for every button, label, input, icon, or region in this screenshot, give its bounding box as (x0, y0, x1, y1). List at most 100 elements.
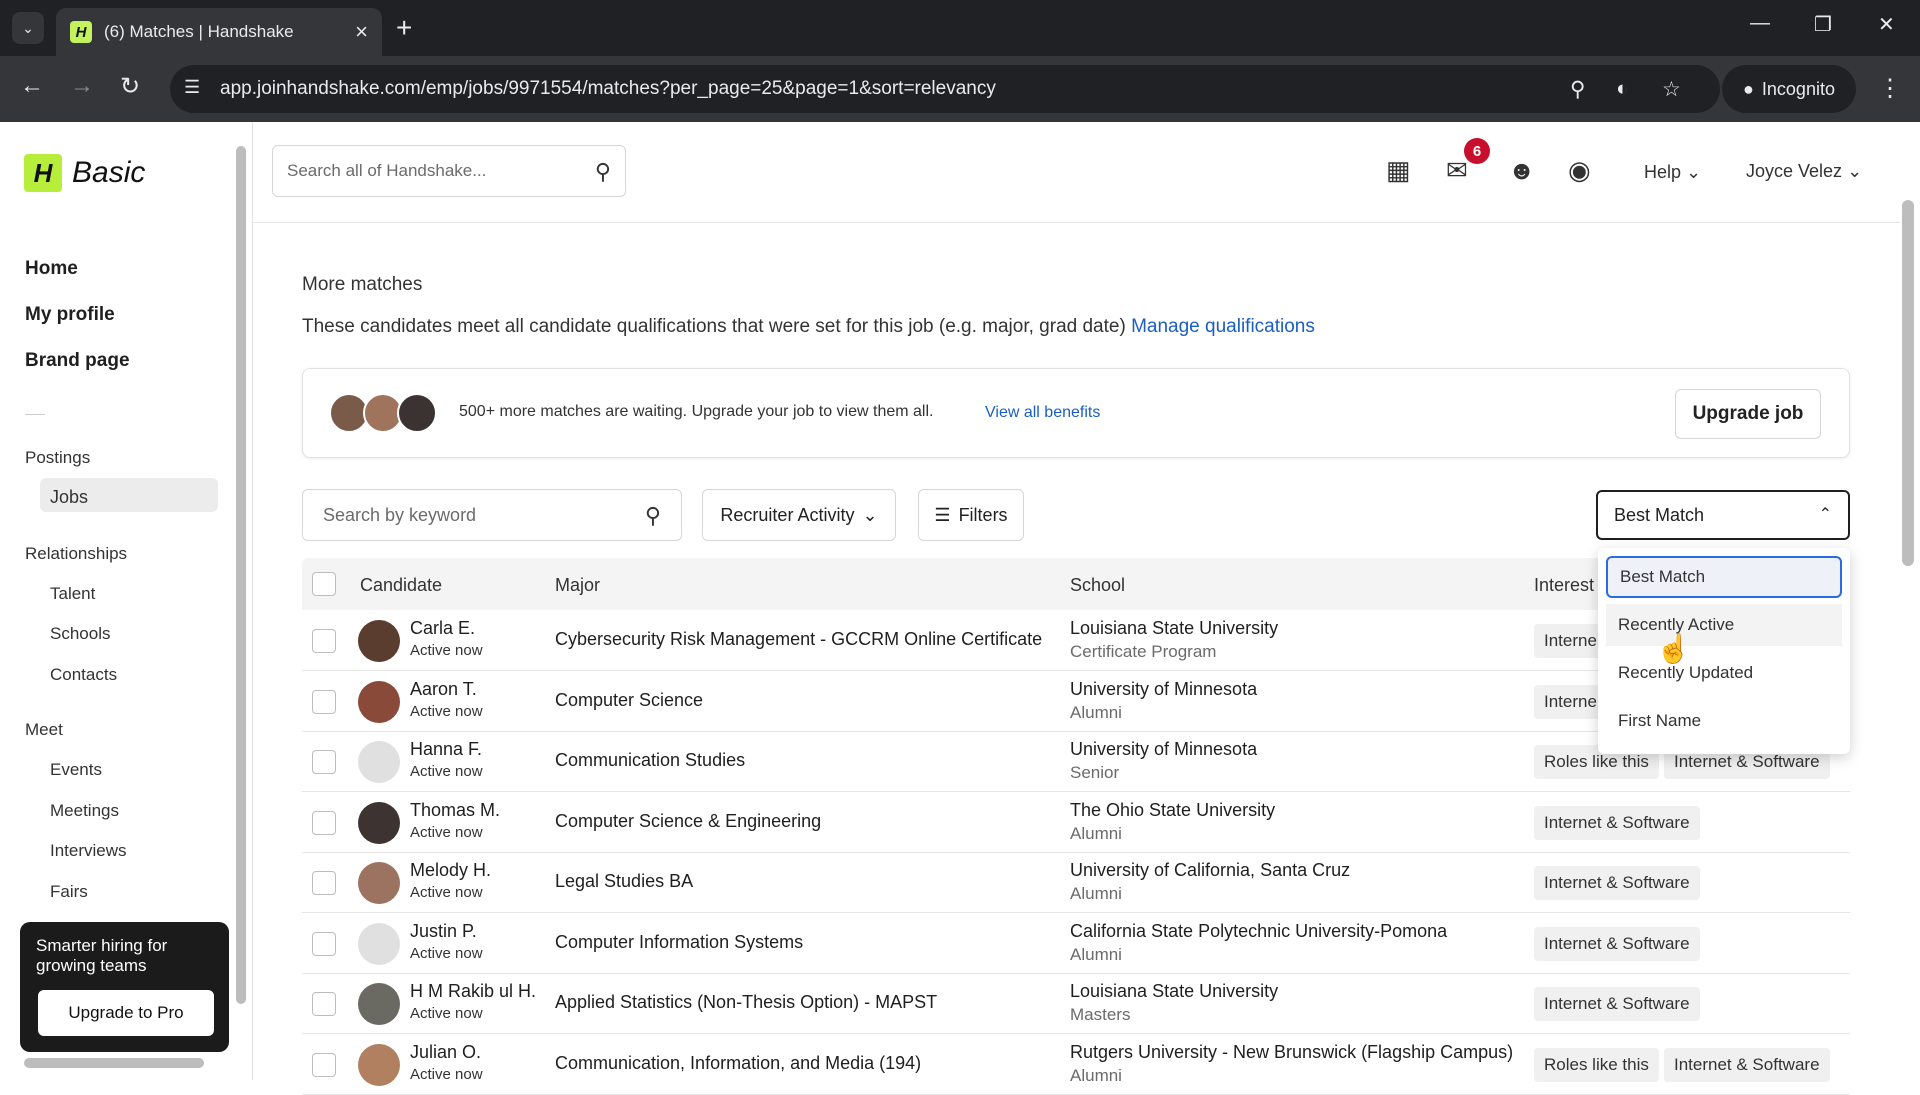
person-icon[interactable]: ☻ (1508, 155, 1535, 186)
row-checkbox[interactable] (312, 689, 336, 714)
close-window-icon[interactable]: ✕ (1878, 12, 1895, 37)
browser-tab[interactable]: H (6) Matches | Handshake × (56, 8, 382, 56)
row-checkbox[interactable] (312, 1052, 336, 1077)
row-checkbox[interactable] (312, 629, 336, 653)
browser-menu-icon[interactable]: ⋮ (1878, 74, 1902, 103)
minimize-icon[interactable]: — (1750, 12, 1770, 35)
back-icon[interactable]: ← (20, 72, 44, 100)
candidate-level: Alumni (1070, 1065, 1122, 1085)
candidate-status: Active now (410, 763, 483, 780)
incognito-indicator[interactable]: ● Incognito (1722, 65, 1856, 113)
column-header-candidate[interactable]: Candidate (360, 575, 442, 596)
sidebar-item-events[interactable]: Events (50, 760, 102, 780)
sidebar-item-contacts[interactable]: Contacts (50, 665, 117, 685)
global-search-input[interactable]: Search all of Handshake... ⚲ (272, 145, 626, 197)
globe-icon[interactable]: ◉ (1568, 155, 1591, 186)
help-menu[interactable]: Help ⌄ (1644, 162, 1701, 183)
view-all-benefits-link[interactable]: View all benefits (985, 404, 1100, 422)
table-row[interactable]: Julian O. Active now Communication, Inform… (302, 1034, 1850, 1095)
candidate-name[interactable]: Julian O. (410, 1042, 481, 1063)
column-header-major[interactable]: Major (555, 575, 600, 596)
sidebar-item-home[interactable]: Home (25, 258, 78, 280)
avatar[interactable] (358, 620, 400, 662)
candidate-name[interactable]: H M Rakib ul H. (410, 981, 536, 1002)
global-search-placeholder: Search all of Handshake... (287, 161, 487, 180)
candidate-major: Computer Science (555, 689, 704, 710)
avatar[interactable] (358, 922, 400, 965)
sidebar-item-fairs[interactable]: Fairs (50, 882, 88, 902)
sort-select[interactable]: Best Match ⌃ (1596, 490, 1850, 540)
candidate-name[interactable]: Thomas M. (410, 800, 500, 821)
eye-off-icon[interactable]: ◐ (1616, 77, 1629, 101)
sidebar-item-brand-page[interactable]: Brand page (25, 350, 130, 372)
row-checkbox[interactable] (312, 871, 336, 895)
keyword-search-input[interactable]: Search by keyword ⚲ (302, 489, 682, 541)
table-row[interactable]: H M Rakib ul H. Active now Applied Statist… (302, 973, 1850, 1034)
candidate-status: Active now (410, 823, 483, 841)
upgrade-job-button[interactable]: Upgrade job (1675, 389, 1821, 439)
restore-icon[interactable]: ❐ (1814, 12, 1832, 37)
sidebar-item-jobs[interactable]: Jobs (50, 487, 88, 508)
tab-close-icon[interactable]: × (355, 19, 368, 45)
avatar[interactable] (358, 801, 400, 844)
zoom-icon[interactable]: ⚲ (1570, 77, 1585, 102)
candidate-name[interactable]: Hanna F. (410, 739, 482, 760)
candidate-name[interactable]: Justin P. (410, 921, 477, 942)
column-header-interest[interactable]: Interest (1534, 575, 1594, 596)
candidate-major: Communication Studies (555, 750, 746, 770)
handshake-logo[interactable]: H Basic (24, 154, 145, 192)
avatar[interactable] (358, 1043, 400, 1086)
tab-list-icon[interactable]: ⌄ (12, 12, 44, 44)
manage-qualifications-link[interactable]: Manage qualifications (1131, 316, 1315, 337)
interest-tag: Roles like this (1534, 1047, 1659, 1082)
sidebar-item-meetings[interactable]: Meetings (50, 801, 119, 821)
sidebar-item-interviews[interactable]: Interviews (50, 841, 127, 861)
sidebar-scrollbar[interactable] (236, 146, 246, 1004)
sort-option-first-name[interactable]: First Name (1606, 700, 1842, 742)
sort-option-best-match[interactable]: Best Match (1606, 556, 1842, 598)
candidate-name[interactable]: Melody H. (410, 860, 491, 881)
row-checkbox[interactable] (312, 750, 336, 774)
new-tab-icon[interactable]: + (396, 12, 412, 44)
avatar[interactable] (358, 680, 400, 723)
bookmark-star-icon[interactable]: ☆ (1662, 77, 1681, 102)
sidebar-item-talent[interactable]: Talent (50, 584, 95, 604)
calendar-icon[interactable]: ▦ (1386, 155, 1411, 186)
search-icon[interactable]: ⚲ (645, 503, 661, 529)
column-header-school[interactable]: School (1070, 575, 1125, 596)
table-row[interactable]: Thomas M. Active now Computer Science & En… (302, 792, 1850, 853)
main-scrollbar[interactable] (1902, 200, 1914, 566)
candidate-name[interactable]: Aaron T. (410, 679, 477, 700)
row-checkbox[interactable] (312, 992, 336, 1016)
table-row[interactable]: Justin P. Active now Computer Information … (302, 913, 1850, 974)
promo-text: Smarter hiring for growing teams (36, 936, 168, 975)
header-divider (253, 222, 1900, 223)
filters-button[interactable]: ☰ Filters (918, 489, 1024, 541)
upgrade-to-pro-button[interactable]: Upgrade to Pro (38, 990, 214, 1036)
sort-option-recently-active[interactable]: Recently Active (1606, 604, 1842, 646)
sidebar-item-my-profile[interactable]: My profile (25, 304, 115, 326)
site-settings-icon[interactable]: ☰ (184, 77, 208, 101)
forward-icon[interactable]: → (70, 72, 94, 100)
upgrade-promo-card: Smarter hiring for growing teams Upgrade… (20, 922, 229, 1052)
interest-tag: Interne (1534, 684, 1607, 719)
sidebar-horizontal-scrollbar[interactable] (24, 1058, 204, 1068)
candidate-status: Active now (410, 702, 483, 720)
hand-cursor-icon: ☝ (1656, 633, 1691, 664)
table-row[interactable]: Melody H. Active now Legal Studies BA Unive… (302, 852, 1850, 913)
select-all-checkbox[interactable] (312, 572, 336, 596)
recruiter-activity-dropdown[interactable]: Recruiter Activity ⌄ (702, 489, 896, 541)
avatar[interactable] (358, 983, 400, 1025)
sidebar-item-schools[interactable]: Schools (50, 624, 110, 644)
reload-icon[interactable]: ↻ (120, 72, 140, 101)
search-icon[interactable]: ⚲ (595, 159, 611, 185)
avatar[interactable] (358, 741, 400, 783)
messages-icon[interactable]: ✉ (1446, 155, 1468, 186)
address-bar[interactable]: ☰ app.joinhandshake.com/emp/jobs/9971554… (170, 65, 1720, 113)
user-menu[interactable]: Joyce Velez ⌄ (1746, 161, 1862, 182)
sort-option-recently-updated[interactable]: Recently Updated (1606, 652, 1842, 694)
row-checkbox[interactable] (312, 810, 336, 835)
candidate-name[interactable]: Carla E. (410, 618, 475, 639)
avatar[interactable] (358, 862, 400, 904)
row-checkbox[interactable] (312, 931, 336, 956)
